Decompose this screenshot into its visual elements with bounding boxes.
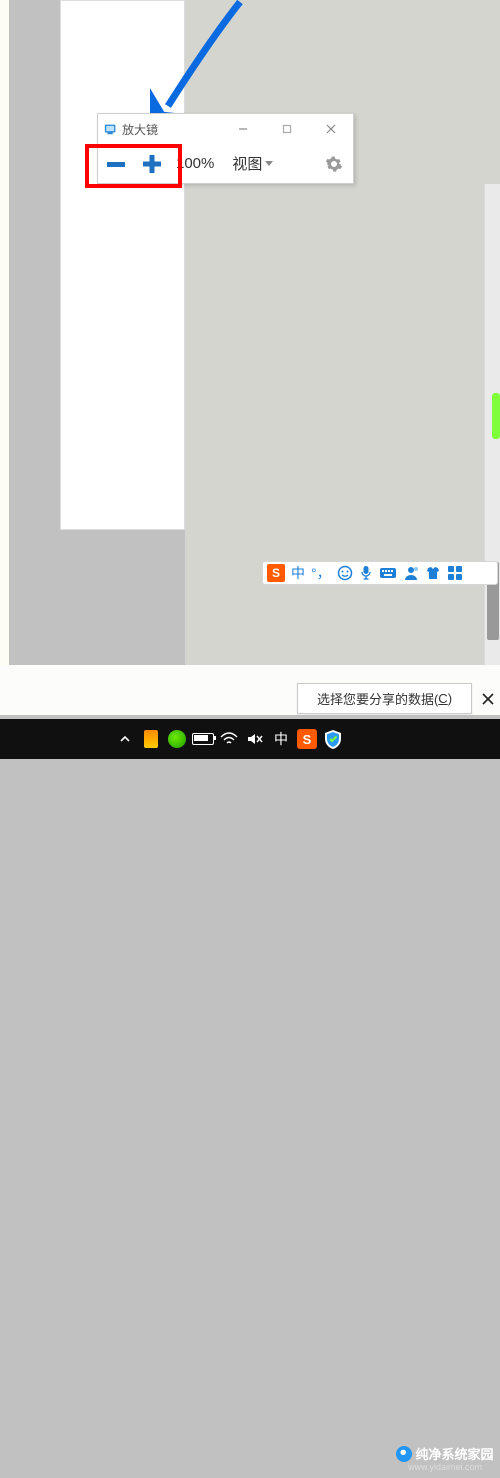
ime-punct-icon[interactable]: °，: [311, 563, 331, 583]
magnifier-window: 放大镜 100% 视图: [97, 113, 354, 184]
tray-app-1[interactable]: [138, 719, 164, 759]
ime-mode[interactable]: 中: [291, 563, 305, 583]
sogou-logo-icon[interactable]: S: [267, 564, 285, 582]
ime-keyboard-icon[interactable]: [379, 566, 397, 580]
close-icon: [482, 693, 494, 705]
battery-icon: [192, 733, 214, 745]
close-button[interactable]: [309, 115, 353, 143]
tray-app-1-icon: [144, 730, 158, 748]
share-data-prompt[interactable]: 选择您要分享的数据(C): [297, 683, 472, 714]
gear-icon: [325, 155, 343, 173]
watermark: 纯净系统家园 www.yidaimei.com: [390, 1444, 500, 1478]
minimize-icon: [238, 124, 248, 134]
bg-left-strip: [0, 0, 9, 670]
window-title: 放大镜: [122, 121, 158, 138]
tray-app-2[interactable]: [164, 719, 190, 759]
ime-emoji-icon[interactable]: [337, 565, 353, 581]
zoom-percent: 100%: [176, 155, 214, 172]
shield-icon: [322, 728, 344, 750]
sogou-tray[interactable]: S: [294, 719, 320, 759]
volume-status[interactable]: [242, 719, 268, 759]
minus-icon: [103, 151, 129, 177]
scroll-position-indicator: [492, 393, 500, 439]
zoom-out-button[interactable]: [98, 146, 134, 182]
ime-person-icon[interactable]: [403, 565, 419, 581]
ime-skin-icon[interactable]: [425, 566, 441, 580]
ime-indicator[interactable]: 中: [268, 719, 294, 759]
titlebar[interactable]: 放大镜: [98, 114, 353, 144]
chevron-down-icon: [265, 161, 273, 166]
view-label: 视图: [232, 153, 262, 174]
share-text: 选择您要分享的数据(: [317, 689, 438, 708]
chevron-up-icon: [119, 733, 131, 745]
magnifier-toolbar: 100% 视图: [98, 144, 353, 183]
ime-mic-icon[interactable]: [359, 565, 373, 581]
minimize-button[interactable]: [221, 115, 265, 143]
zoom-in-button[interactable]: [134, 146, 170, 182]
bg-white-column: [60, 0, 185, 530]
wifi-icon: [220, 732, 238, 746]
watermark-logo-icon: [396, 1446, 412, 1462]
watermark-main: 纯净系统家园: [415, 1444, 493, 1463]
tray-app-2-icon: [168, 730, 186, 748]
ime-toolbox-icon[interactable]: [447, 565, 463, 581]
maximize-button[interactable]: [265, 115, 309, 143]
ime-toolbar[interactable]: S 中 °，: [262, 561, 498, 585]
settings-button[interactable]: [323, 153, 345, 175]
watermark-sub: www.yidaimei.com: [390, 1462, 500, 1472]
share-suffix: ): [448, 691, 452, 706]
maximize-icon: [282, 124, 292, 134]
plus-icon: [139, 151, 165, 177]
share-hotkey: C: [438, 691, 447, 706]
tray-overflow-button[interactable]: [112, 719, 138, 759]
wifi-status[interactable]: [216, 719, 242, 759]
magnifier-app-icon: [104, 122, 118, 136]
sogou-tray-icon: S: [297, 729, 317, 749]
taskbar: 中 S 纯净系统家园 www.yidaimei.com: [0, 719, 500, 759]
battery-status[interactable]: [190, 719, 216, 759]
security-tray[interactable]: [320, 719, 346, 759]
volume-mute-icon: [247, 732, 263, 746]
close-icon: [326, 124, 336, 134]
view-dropdown[interactable]: 视图: [232, 153, 273, 174]
share-close-button[interactable]: [477, 683, 499, 714]
